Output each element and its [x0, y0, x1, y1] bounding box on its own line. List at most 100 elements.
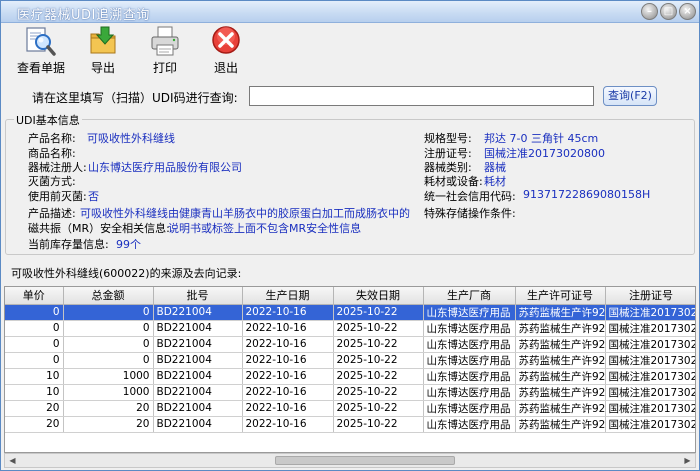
- udi-code-input[interactable]: [249, 86, 594, 106]
- sterilization-method-label: 灭菌方式:: [28, 175, 76, 188]
- column-header-batch-no[interactable]: 批号: [153, 287, 243, 305]
- table-row[interactable]: 0 0 BD221004 2022-10-16 2025-10-22 山东博达医疗用品 苏药…: [5, 336, 695, 353]
- scrollbar-thumb[interactable]: [275, 456, 455, 465]
- cell-unit-price: 10: [5, 368, 64, 385]
- cell-expiry-date: 2025-10-22: [333, 400, 424, 417]
- exit-icon: [212, 26, 240, 54]
- cell-unit-price: 10: [5, 384, 64, 401]
- table-row[interactable]: 0 0 BD221004 2022-10-16 2025-10-22 山东博达医疗用品 苏药…: [5, 320, 695, 337]
- toolbar: 查看单据 导出 打印 退出: [1, 23, 699, 75]
- cell-manufacturer: 山东博达医疗用品: [423, 352, 516, 369]
- consumable-or-device-value: 耗材: [484, 175, 506, 188]
- udi-query-label: 请在这里填写（扫描）UDI码进行查询:: [32, 91, 238, 105]
- cell-unit-price: 0: [5, 352, 64, 369]
- print-button[interactable]: 打印: [147, 25, 183, 75]
- export-button[interactable]: 导出: [85, 25, 121, 75]
- cell-unit-price: 0: [5, 320, 64, 337]
- spec-model-label: 规格型号:: [424, 132, 472, 145]
- sterilize-before-use-value: 否: [88, 190, 99, 203]
- records-body: 0 0 BD221004 2022-10-16 2025-10-22 山东博达医疗用品 苏药…: [5, 304, 695, 433]
- table-row[interactable]: 10 1000 BD221004 2022-10-16 2025-10-22 山东博达医疗…: [5, 384, 695, 401]
- cell-unit-price: 20: [5, 416, 64, 433]
- cell-production-date: 2022-10-16: [242, 304, 334, 321]
- storage-condition-label: 特殊存储操作条件:: [424, 207, 516, 220]
- cell-production-license: 苏药监械生产许92: [515, 352, 606, 369]
- scroll-right-icon[interactable]: ▶: [680, 454, 695, 467]
- cell-manufacturer: 山东博达医疗用品: [423, 368, 516, 385]
- table-row[interactable]: 20 20 BD221004 2022-10-16 2025-10-22 山东博达医疗用品…: [5, 416, 695, 433]
- horizontal-scrollbar[interactable]: ◀ ▶: [4, 453, 696, 468]
- cell-batch-no: BD221004: [153, 304, 243, 321]
- cell-batch-no: BD221004: [153, 352, 243, 369]
- cell-manufacturer: 山东博达医疗用品: [423, 416, 516, 433]
- cell-expiry-date: 2025-10-22: [333, 336, 424, 353]
- cell-expiry-date: 2025-10-22: [333, 320, 424, 337]
- cell-total-amount: 20: [63, 400, 154, 417]
- mr-safety-value: 说明书或标签上面不包含MR安全性信息: [168, 222, 362, 235]
- cell-batch-no: BD221004: [153, 368, 243, 385]
- udi-basic-info-panel: UDI基本信息 产品名称: 可吸收性外科缝线 商品名称: 器械注册人: 山东博达…: [5, 112, 695, 255]
- close-window-button[interactable]: ×: [679, 3, 696, 20]
- cell-registration-no: 国械注准2017302: [605, 304, 695, 321]
- column-header-manufacturer[interactable]: 生产厂商: [423, 287, 516, 305]
- scroll-left-icon[interactable]: ◀: [5, 454, 20, 467]
- cell-production-license: 苏药监械生产许92: [515, 304, 606, 321]
- records-title: 可吸收性外科缝线(600022)的来源及去向记录:: [11, 267, 242, 280]
- exit-button[interactable]: 退出: [208, 25, 244, 75]
- records-grid[interactable]: 单价 总金额 批号 生产日期 失效日期 生产厂商 生产许可证号 注册证号 00B…: [4, 286, 696, 453]
- cell-registration-no: 国械注准2017302: [605, 416, 695, 433]
- udi-info-legend: UDI基本信息: [14, 112, 82, 128]
- cell-production-date: 2022-10-16: [242, 384, 334, 401]
- column-header-registration-no[interactable]: 注册证号: [605, 287, 695, 305]
- cell-total-amount: 20: [63, 416, 154, 433]
- udi-query-row: 请在这里填写（扫描）UDI码进行查询: 查询(F2): [1, 85, 699, 109]
- cell-registration-no: 国械注准2017302: [605, 320, 695, 337]
- consumable-or-device-label: 耗材或设备:: [424, 175, 483, 188]
- cell-unit-price: 20: [5, 400, 64, 417]
- title-bar[interactable]: 医疗器械UDI追溯查询 – □ ×: [1, 1, 699, 23]
- view-document-label: 查看单据: [17, 61, 66, 75]
- cell-production-date: 2022-10-16: [242, 320, 334, 337]
- records-table: 单价 总金额 批号 生产日期 失效日期 生产厂商 生产许可证号 注册证号 00B…: [5, 287, 695, 433]
- cell-batch-no: BD221004: [153, 416, 243, 433]
- table-row[interactable]: 0 0 BD221004 2022-10-16 2025-10-22 山东博达医疗用品 苏药…: [5, 352, 695, 369]
- table-row[interactable]: 10 1000 BD221004 2022-10-16 2025-10-22 山东博达医疗…: [5, 368, 695, 385]
- cell-registration-no: 国械注准2017302: [605, 352, 695, 369]
- cell-production-date: 2022-10-16: [242, 336, 334, 353]
- column-header-total-amount[interactable]: 总金额: [63, 287, 154, 305]
- cell-expiry-date: 2025-10-22: [333, 416, 424, 433]
- spec-model-value: 邦达 7-0 三角针 45cm: [484, 132, 599, 145]
- maximize-button[interactable]: □: [660, 3, 677, 20]
- column-header-production-date[interactable]: 生产日期: [242, 287, 334, 305]
- stock-info-label: 当前库存量信息:: [28, 238, 109, 251]
- column-header-expiry-date[interactable]: 失效日期: [333, 287, 424, 305]
- minimize-button[interactable]: –: [641, 3, 658, 20]
- cell-total-amount: 1000: [63, 384, 154, 401]
- cell-batch-no: BD221004: [153, 400, 243, 417]
- cell-total-amount: 0: [63, 320, 154, 337]
- credit-code-label: 统一社会信用代码:: [424, 190, 516, 203]
- cell-registration-no: 国械注准2017302: [605, 384, 695, 401]
- records-header-row: 单价 总金额 批号 生产日期 失效日期 生产厂商 生产许可证号 注册证号: [5, 287, 695, 305]
- mr-safety-label: 磁共振（MR）安全相关信息:: [28, 222, 170, 235]
- view-document-button[interactable]: 查看单据: [17, 25, 66, 75]
- column-header-production-license[interactable]: 生产许可证号: [515, 287, 606, 305]
- credit-code-value: 91371722869080158H: [523, 188, 651, 201]
- cell-production-license: 苏药监械生产许92: [515, 336, 606, 353]
- cell-registration-no: 国械注准2017302: [605, 336, 695, 353]
- exit-label: 退出: [213, 61, 238, 75]
- table-row[interactable]: 0 0 BD221004 2022-10-16 2025-10-22 山东博达医疗用品 苏药…: [5, 304, 695, 321]
- cell-manufacturer: 山东博达医疗用品: [423, 336, 516, 353]
- cell-production-license: 苏药监械生产许92: [515, 384, 606, 401]
- cell-production-date: 2022-10-16: [242, 416, 334, 433]
- column-header-unit-price[interactable]: 单价: [5, 287, 64, 305]
- product-name-label: 产品名称:: [28, 132, 76, 145]
- cell-batch-no: BD221004: [153, 384, 243, 401]
- cell-expiry-date: 2025-10-22: [333, 304, 424, 321]
- cell-registration-no: 国械注准2017302: [605, 400, 695, 417]
- cell-production-date: 2022-10-16: [242, 352, 334, 369]
- table-row[interactable]: 20 20 BD221004 2022-10-16 2025-10-22 山东博达医疗用品…: [5, 400, 695, 417]
- cell-batch-no: BD221004: [153, 336, 243, 353]
- query-button[interactable]: 查询(F2): [603, 86, 657, 106]
- cell-manufacturer: 山东博达医疗用品: [423, 304, 516, 321]
